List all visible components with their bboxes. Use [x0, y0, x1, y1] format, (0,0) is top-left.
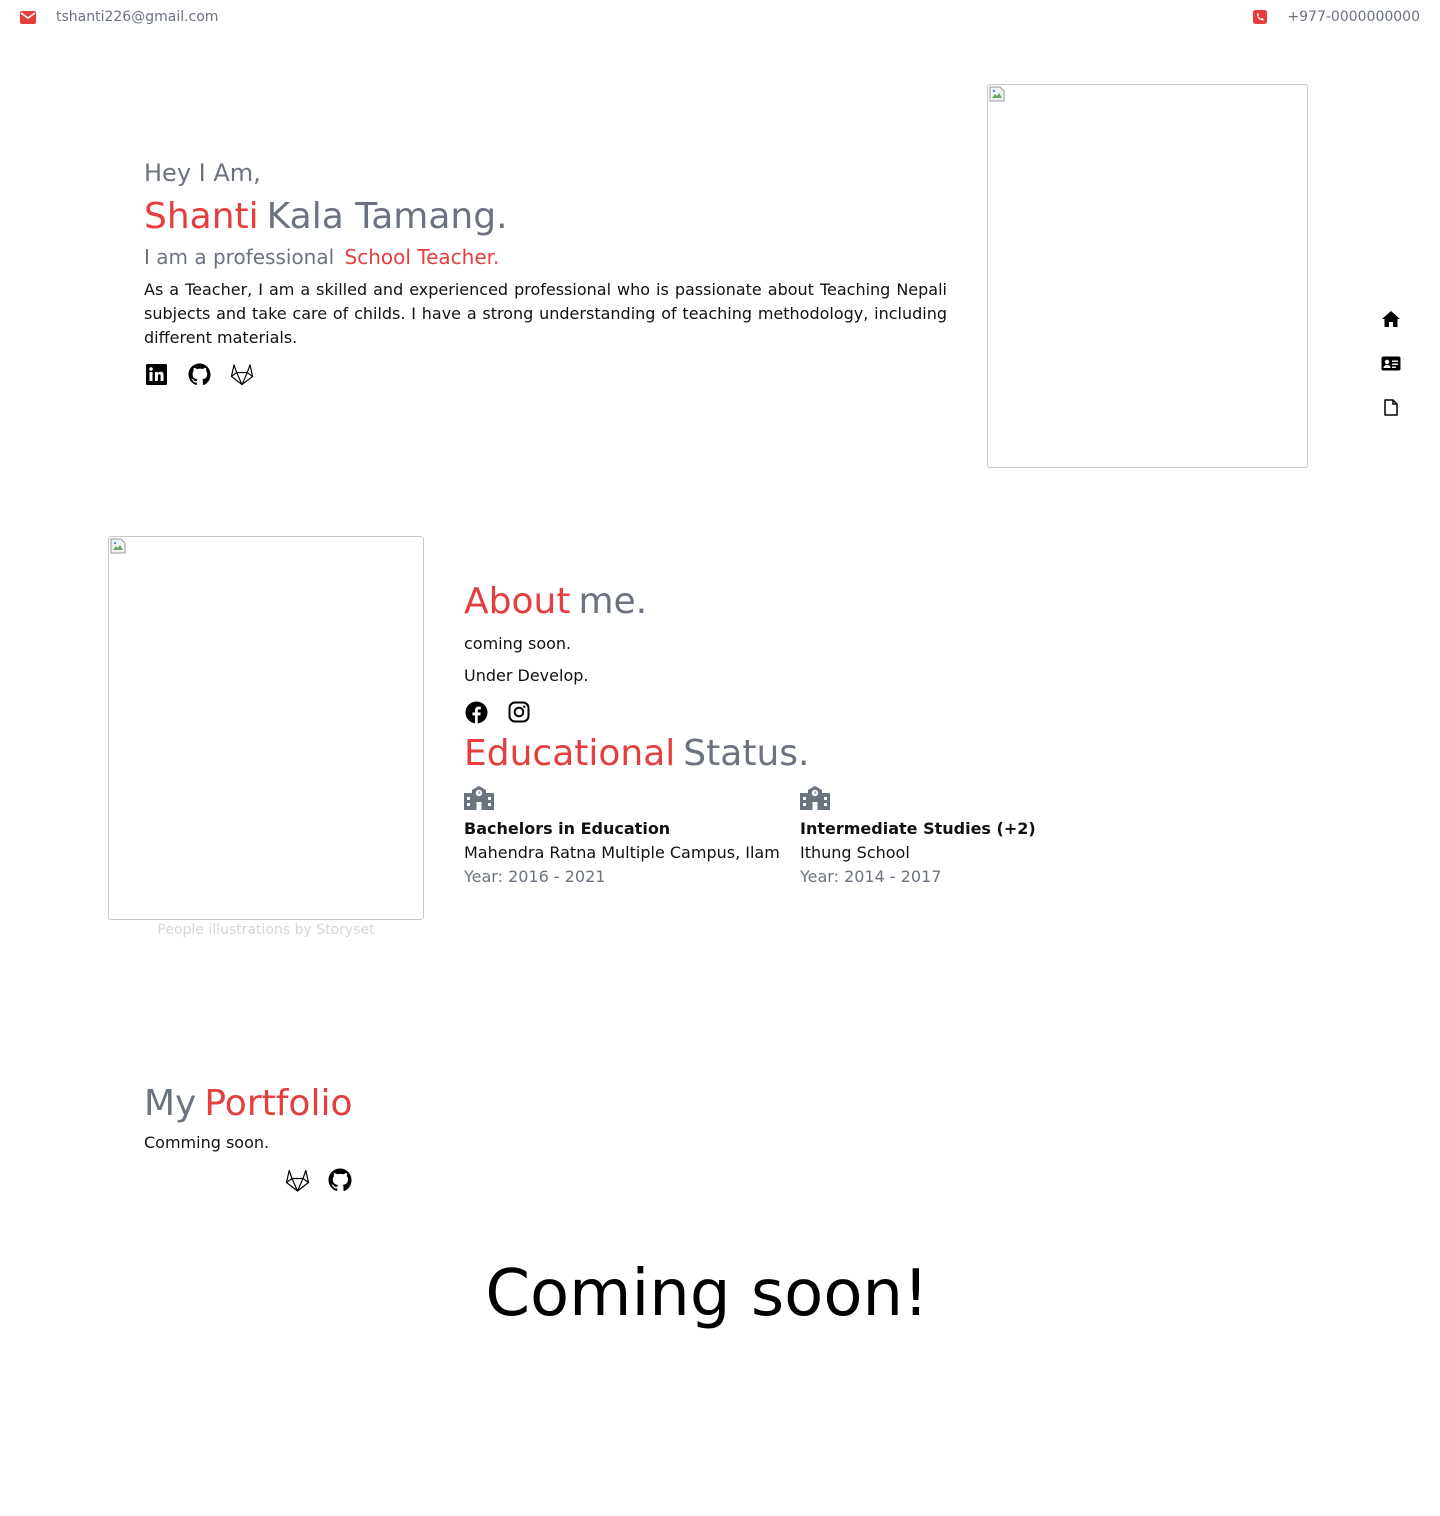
- portfolio-section: My Portfolio Comming soon.: [144, 1082, 544, 1193]
- top-contact-bar: tshanti226@gmail.com +977-0000000000: [0, 0, 1440, 36]
- education-degree: Intermediate Studies (+2): [800, 819, 1036, 838]
- email-contact[interactable]: tshanti226@gmail.com: [20, 9, 218, 25]
- broken-image-icon: [989, 86, 1005, 102]
- hero-greeting: Hey I Am,: [144, 159, 261, 187]
- gitlab-icon[interactable]: [230, 362, 254, 386]
- hero-first-name: Shanti: [144, 196, 259, 237]
- about-title-accent: About: [464, 581, 571, 622]
- hero-last-name: Kala Tamang.: [266, 196, 508, 237]
- portfolio-title-accent: Portfolio: [204, 1083, 353, 1124]
- hero-image: [987, 84, 1308, 468]
- education-institution: Mahendra Ratna Multiple Campus, Ilam: [464, 843, 780, 862]
- envelope-icon: [20, 10, 36, 24]
- education-item: Bachelors in Education Mahendra Ratna Mu…: [464, 786, 800, 889]
- about-section: About me. coming soon. Under Develop.: [464, 580, 1164, 724]
- school-icon: [464, 786, 494, 814]
- about-line-2: Under Develop.: [464, 666, 589, 685]
- education-institution: Ithung School: [800, 843, 910, 862]
- file-icon[interactable]: [1378, 396, 1404, 418]
- about-line-1: coming soon.: [464, 634, 572, 653]
- education-list: Bachelors in Education Mahendra Ratna Mu…: [464, 786, 1136, 889]
- education-title: Educational Status.: [464, 732, 809, 776]
- facebook-icon[interactable]: [464, 700, 488, 724]
- hero-social-links: [144, 362, 947, 386]
- home-icon[interactable]: [1378, 308, 1404, 330]
- hero-role: I am a professional School Teacher.: [144, 244, 947, 270]
- about-title-rest: me.: [578, 581, 648, 622]
- hero-section: Hey I Am, Shanti Kala Tamang. I am a prof…: [144, 158, 947, 386]
- education-title-rest: Status.: [683, 733, 810, 774]
- email-text: tshanti226@gmail.com: [56, 9, 219, 25]
- education-title-accent: Educational: [464, 733, 676, 774]
- hero-description: As a Teacher, I am a skilled and experie…: [144, 280, 947, 347]
- phone-text: +977-0000000000: [1287, 9, 1420, 25]
- side-navigation: [1378, 308, 1404, 440]
- broken-image-icon: [110, 538, 126, 554]
- portfolio-links: [284, 1167, 544, 1193]
- github-icon[interactable]: [187, 362, 211, 386]
- phone-icon: [1253, 10, 1268, 24]
- linkedin-icon[interactable]: [144, 362, 168, 386]
- portfolio-text: Comming soon.: [144, 1133, 270, 1152]
- school-icon: [800, 786, 830, 814]
- hero-name: Shanti Kala Tamang.: [144, 194, 947, 240]
- portfolio-title-prefix: My: [144, 1083, 197, 1124]
- gitlab-icon[interactable]: [284, 1167, 310, 1193]
- id-card-icon[interactable]: [1378, 352, 1404, 374]
- education-year: Year: 2014 - 2017: [800, 867, 942, 886]
- about-social-links: [464, 700, 1164, 724]
- about-title: About me.: [464, 580, 1164, 624]
- github-icon[interactable]: [327, 1167, 353, 1193]
- hero-role-prefix: I am a professional: [144, 245, 335, 269]
- education-year: Year: 2016 - 2021: [464, 867, 606, 886]
- education-item: Intermediate Studies (+2) Ithung School …: [800, 786, 1136, 889]
- coming-soon-heading: Coming soon!: [485, 1257, 929, 1331]
- about-image: [108, 536, 424, 920]
- phone-contact[interactable]: +977-0000000000: [1253, 9, 1420, 25]
- portfolio-title: My Portfolio: [144, 1082, 544, 1126]
- image-credit-link[interactable]: People illustrations by Storyset: [108, 922, 424, 938]
- hero-role-title: School Teacher.: [344, 245, 500, 269]
- instagram-icon[interactable]: [507, 700, 531, 724]
- education-degree: Bachelors in Education: [464, 819, 671, 838]
